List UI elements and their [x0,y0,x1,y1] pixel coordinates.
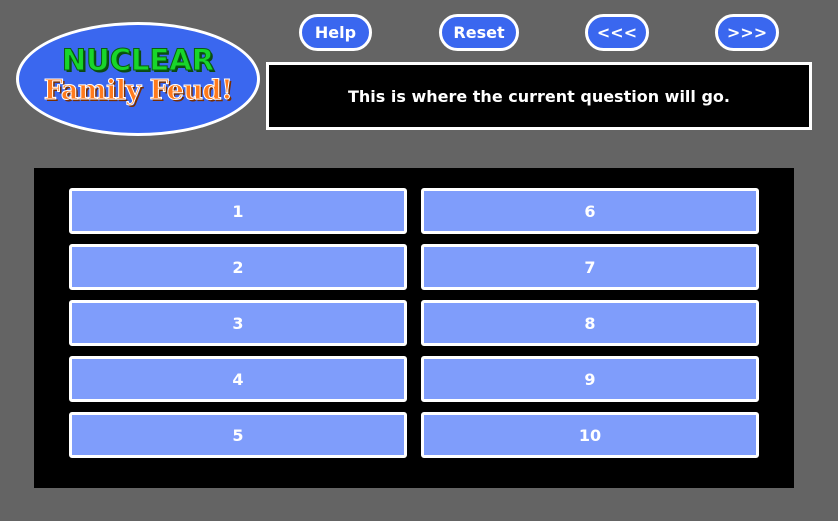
logo-title-nuclear: NUCLEAR [61,43,215,78]
answer-tile-6[interactable]: 6 [421,188,759,234]
answer-tile-10[interactable]: 10 [421,412,759,458]
answer-tile-9[interactable]: 9 [421,356,759,402]
answer-tile-1[interactable]: 1 [69,188,407,234]
answer-tile-7[interactable]: 7 [421,244,759,290]
logo-title-family-feud: Family Feud! [43,75,233,107]
next-question-button[interactable]: >>> [715,14,779,51]
previous-question-button[interactable]: <<< [585,14,649,51]
help-button[interactable]: Help [299,14,372,51]
answer-board: 1 2 3 4 5 6 7 8 9 10 [34,168,794,488]
answer-tile-4[interactable]: 4 [69,356,407,402]
answer-tile-3[interactable]: 3 [69,300,407,346]
current-question-display: This is where the current question will … [266,62,812,130]
answer-tile-8[interactable]: 8 [421,300,759,346]
reset-button[interactable]: Reset [439,14,519,51]
game-logo: NUCLEAR Family Feud! [16,22,260,136]
answer-tile-2[interactable]: 2 [69,244,407,290]
answer-tile-5[interactable]: 5 [69,412,407,458]
